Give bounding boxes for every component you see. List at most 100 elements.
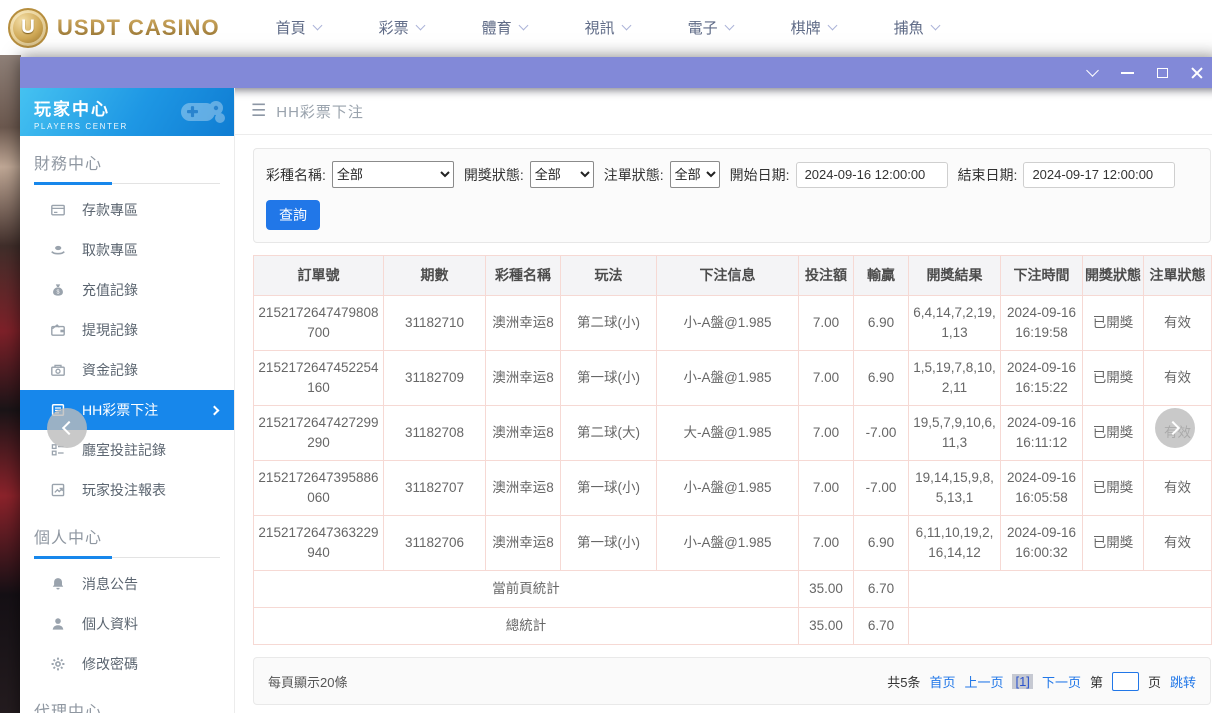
- page-jump-input[interactable]: [1112, 672, 1139, 691]
- table-cell: 小-A盤@1.985: [657, 351, 799, 406]
- sidebar-item-announcements[interactable]: 消息公告: [20, 564, 234, 604]
- table-row: 215217264742729929031182708澳洲幸运8第二球(大)大-…: [254, 406, 1212, 461]
- carousel-next-button[interactable]: [1155, 408, 1195, 448]
- query-button[interactable]: 查詢: [266, 200, 320, 230]
- table-cell: 小-A盤@1.985: [657, 296, 799, 351]
- sidebar-item-player-bet-report[interactable]: 玩家投注報表: [20, 470, 234, 510]
- sidebar-section-label: 財務中心: [34, 150, 220, 174]
- sidebar-item-funds-records[interactable]: 資金記錄: [20, 350, 234, 390]
- table-row: 215217264739588606031182707澳洲幸运8第一球(小)小-…: [254, 461, 1212, 516]
- summary-win-total: 6.70: [854, 571, 909, 608]
- sidebar-item-label: 充值記錄: [82, 280, 138, 300]
- order-status-select[interactable]: 全部: [670, 161, 720, 188]
- table-cell: 第一球(小): [561, 351, 657, 406]
- sidebar-section-label: 個人中心: [34, 524, 220, 548]
- table-cell: 第一球(小): [561, 461, 657, 516]
- table-cell: 1,5,19,7,8,10,2,11: [909, 351, 1001, 406]
- window-maximize-icon[interactable]: [1154, 65, 1170, 81]
- table-header-cell: 注單狀態: [1144, 256, 1212, 296]
- next-page-link[interactable]: 下一页: [1042, 672, 1081, 691]
- pager: 共5条 首页 上一页 [1] 下一页 第 页 跳转: [887, 672, 1196, 691]
- sidebar-item-change-password[interactable]: 修改密碼: [20, 644, 234, 684]
- table-cell: 7.00: [799, 406, 854, 461]
- table-cell: 7.00: [799, 351, 854, 406]
- summary-bet-total: 35.00: [799, 608, 854, 645]
- deposit-card-icon: [50, 202, 66, 218]
- bets-table: 訂單號期數彩種名稱玩法下注信息投注額輸贏開獎結果下注時間開獎狀態注單狀態 215…: [253, 255, 1212, 645]
- moneybag-icon: $: [50, 282, 66, 298]
- sidebar-item-profile[interactable]: 個人資料: [20, 604, 234, 644]
- table-cell: 2024-09-16 16:05:58: [1001, 461, 1083, 516]
- sidebar-item-label: 消息公告: [82, 574, 138, 594]
- main-panel: ☰ HH彩票下注 彩種名稱: 全部 開獎狀態: 全部 注單狀態: 全部 開始日期…: [234, 88, 1212, 713]
- chevron-right-icon: [210, 405, 220, 415]
- table-cell: 已開獎: [1083, 296, 1144, 351]
- table-cell: 6.90: [854, 351, 909, 406]
- table-cell: -7.00: [854, 406, 909, 461]
- chevron-down-icon: [518, 21, 528, 31]
- table-cell: 2152172647395886060: [254, 461, 384, 516]
- nav-item-home[interactable]: 首頁: [276, 17, 321, 38]
- nav-item-lottery[interactable]: 彩票: [379, 17, 424, 38]
- table-cell: 有效: [1144, 461, 1212, 516]
- table-cell: 有效: [1144, 351, 1212, 406]
- chevron-down-icon: [724, 21, 734, 31]
- summary-row: 當前頁統計35.006.70: [254, 571, 1212, 608]
- table-header-row: 訂單號期數彩種名稱玩法下注信息投注額輸贏開獎結果下注時間開獎狀態注單狀態: [254, 256, 1212, 296]
- table-cell: 澳洲幸运8: [486, 461, 561, 516]
- carousel-prev-button[interactable]: [47, 408, 87, 448]
- first-page-link[interactable]: 首页: [929, 672, 955, 691]
- table-header-cell: 投注額: [799, 256, 854, 296]
- nav-item-label: 捕魚: [894, 17, 924, 38]
- jump-button[interactable]: 跳转: [1170, 672, 1196, 691]
- start-date-input[interactable]: [796, 162, 948, 188]
- usdt-coin-icon: U: [8, 8, 48, 48]
- report-icon: [50, 482, 66, 498]
- table-cell: 有效: [1144, 296, 1212, 351]
- sidebar-item-label: 提現記錄: [82, 320, 138, 340]
- sidebar-item-label: 存款專區: [82, 200, 138, 220]
- table-cell: 6.90: [854, 296, 909, 351]
- end-date-input[interactable]: [1023, 162, 1175, 188]
- table-cell: 6,4,14,7,2,19,1,13: [909, 296, 1001, 351]
- sidebar-item-deposit-zone[interactable]: 存款專區: [20, 190, 234, 230]
- nav-item-sports[interactable]: 體育: [482, 17, 527, 38]
- draw-status-select[interactable]: 全部: [530, 161, 594, 188]
- table-cell: 2152172647363229940: [254, 516, 384, 571]
- jump-label-post: 页: [1148, 672, 1161, 691]
- chevron-down-icon: [930, 21, 940, 31]
- nav-item-slots[interactable]: 電子: [688, 17, 733, 38]
- nav-item-label: 棋牌: [791, 17, 821, 38]
- site-logo[interactable]: U USDT CASINO: [8, 8, 220, 48]
- window-collapse-icon[interactable]: [1084, 65, 1100, 81]
- sidebar-item-withdraw-zone[interactable]: 取款專區: [20, 230, 234, 270]
- table-header-cell: 開獎結果: [909, 256, 1001, 296]
- filter-row: 彩種名稱: 全部 開獎狀態: 全部 注單狀態: 全部 開始日期: 結束日期:: [266, 161, 1198, 188]
- window-close-icon[interactable]: [1189, 65, 1205, 81]
- sidebar-item-withdraw-records[interactable]: 提現記錄: [20, 310, 234, 350]
- background-photo: [0, 55, 21, 713]
- table-cell: 小-A盤@1.985: [657, 461, 799, 516]
- current-page-badge: [1]: [1012, 674, 1032, 689]
- page-title: HH彩票下注: [276, 101, 364, 122]
- person-icon: [50, 616, 66, 632]
- nav-item-cards[interactable]: 棋牌: [791, 17, 836, 38]
- withdraw-hand-icon: [50, 242, 66, 258]
- draw-status-filter-label: 開獎狀態:: [464, 165, 524, 185]
- prev-page-link[interactable]: 上一页: [964, 672, 1003, 691]
- section-underline: [34, 557, 220, 558]
- player-center-window: 玩家中心 PLAYERS CENTER 財務中心存款專區取款專區$充值記錄提現記…: [20, 57, 1212, 713]
- lottery-select[interactable]: 全部: [332, 161, 454, 188]
- window-minimize-icon[interactable]: [1119, 65, 1135, 81]
- table-cell: 有效: [1144, 516, 1212, 571]
- lottery-filter-label: 彩種名稱:: [266, 165, 326, 185]
- table-header-cell: 開獎狀態: [1083, 256, 1144, 296]
- nav-item-label: 體育: [482, 17, 512, 38]
- nav-item-live[interactable]: 視訊: [585, 17, 630, 38]
- nav-item-label: 視訊: [585, 17, 615, 38]
- menu-toggle-icon[interactable]: ☰: [251, 101, 266, 121]
- nav-item-fishing[interactable]: 捕魚: [894, 17, 939, 38]
- sidebar: 玩家中心 PLAYERS CENTER 財務中心存款專區取款專區$充值記錄提現記…: [20, 88, 234, 713]
- sidebar-item-recharge-records[interactable]: $ 充值記錄: [20, 270, 234, 310]
- top-nav: 首頁 彩票 體育 視訊 電子 棋牌 捕魚: [276, 17, 997, 38]
